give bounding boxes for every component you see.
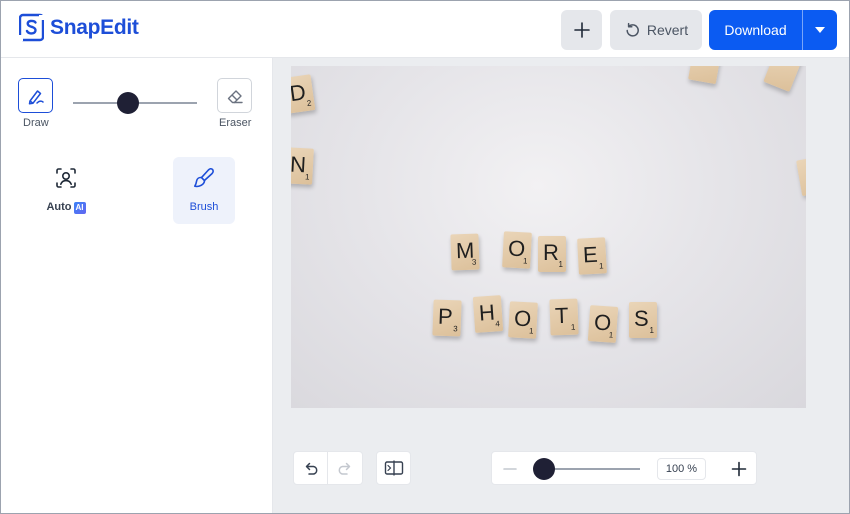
- revert-button[interactable]: Revert: [610, 10, 702, 50]
- app-name: SnapEdit: [50, 15, 139, 39]
- snapedit-logo-icon: [19, 13, 44, 42]
- undo-icon: [305, 462, 317, 475]
- revert-label: Revert: [646, 22, 689, 38]
- eraser-tool-button[interactable]: [217, 78, 252, 113]
- letter-tile: T1: [549, 298, 579, 336]
- letter-tile: O1: [502, 231, 532, 269]
- brush-mode-label: Brush: [189, 201, 219, 213]
- letter-tile: S1: [629, 302, 657, 338]
- auto-mode-label: Auto AI: [35, 201, 97, 214]
- tile-points: 4: [494, 319, 501, 329]
- eraser-label: Eraser: [219, 117, 252, 129]
- tile-letter: T: [554, 302, 569, 329]
- letter-tile: H4: [472, 295, 504, 333]
- editor-canvas-area: M3O1R1E1P3H4O1T1O1S1D2N1 100 %: [273, 58, 849, 513]
- ai-badge: AI: [73, 202, 86, 214]
- logo[interactable]: SnapEdit: [19, 13, 139, 42]
- letter-tile: D2: [291, 74, 316, 114]
- add-image-button[interactable]: [561, 10, 602, 50]
- tile-letter: D: [291, 79, 308, 107]
- tile-points: 1: [649, 326, 654, 335]
- tile-points: 3: [471, 257, 477, 267]
- tile-points: 1: [570, 322, 576, 332]
- eraser-icon: [227, 89, 243, 103]
- tile-points: 1: [608, 330, 614, 340]
- tile-letter: S: [634, 306, 649, 331]
- zoom-control: 100 %: [491, 451, 757, 485]
- tile-points: 1: [522, 256, 528, 266]
- auto-label-text: Auto: [46, 201, 72, 213]
- zoom-in-icon[interactable]: [731, 461, 747, 477]
- compare-split-icon: [384, 460, 403, 476]
- zoom-out-icon[interactable]: [502, 461, 518, 477]
- revert-icon: [626, 22, 639, 37]
- caret-down-icon: [815, 27, 825, 33]
- letter-tile: O1: [508, 301, 538, 339]
- top-bar: SnapEdit Revert Download: [1, 1, 849, 58]
- draw-tool-button[interactable]: [18, 78, 53, 113]
- tile-points: 1: [558, 260, 563, 269]
- letter-tile: R1: [538, 236, 566, 272]
- letter-tile: P3: [432, 299, 462, 337]
- tile-points: 1: [528, 326, 534, 336]
- brush-mode-button[interactable]: Brush: [173, 157, 235, 224]
- redo-button[interactable]: [328, 451, 363, 485]
- tile-points: 1: [598, 261, 604, 271]
- tile-letter: P: [437, 303, 454, 330]
- letter-tile: E1: [577, 237, 607, 275]
- tile-points: 1: [304, 172, 310, 182]
- zoom-value[interactable]: 100 %: [657, 458, 706, 480]
- app-window: SnapEdit Revert Download Draw Eraser Aut…: [0, 0, 850, 514]
- letter-tile-partial: [688, 66, 722, 85]
- plus-icon: [573, 22, 590, 38]
- letter-tile: O1: [587, 305, 619, 343]
- zoom-slider-track[interactable]: [544, 468, 640, 470]
- letter-tile: N1: [291, 147, 314, 185]
- letter-tile-partial: [796, 155, 806, 197]
- compare-button[interactable]: [376, 451, 411, 485]
- editable-image[interactable]: M3O1R1E1P3H4O1T1O1S1D2N1: [291, 66, 806, 408]
- tile-letter: E: [582, 241, 599, 268]
- brush-size-slider-handle[interactable]: [117, 92, 139, 114]
- download-options-button[interactable]: [802, 10, 837, 50]
- tool-sidebar: Draw Eraser Auto AI Brush: [1, 58, 273, 513]
- tile-letter: R: [543, 240, 559, 265]
- auto-mode-button[interactable]: Auto AI: [35, 157, 97, 224]
- draw-pen-icon: [28, 89, 44, 105]
- tile-letter: H: [478, 299, 496, 326]
- download-button[interactable]: Download: [709, 10, 802, 50]
- letter-tile-partial: [763, 66, 803, 92]
- auto-detect-person-icon: [56, 168, 76, 188]
- download-label: Download: [724, 22, 787, 38]
- zoom-slider-handle[interactable]: [533, 458, 555, 480]
- letter-tile: M3: [450, 233, 480, 271]
- draw-label: Draw: [23, 117, 49, 129]
- tile-points: 2: [306, 98, 312, 108]
- redo-icon: [338, 462, 351, 475]
- brush-icon: [194, 168, 214, 188]
- undo-button[interactable]: [293, 451, 328, 485]
- tile-points: 3: [453, 324, 458, 334]
